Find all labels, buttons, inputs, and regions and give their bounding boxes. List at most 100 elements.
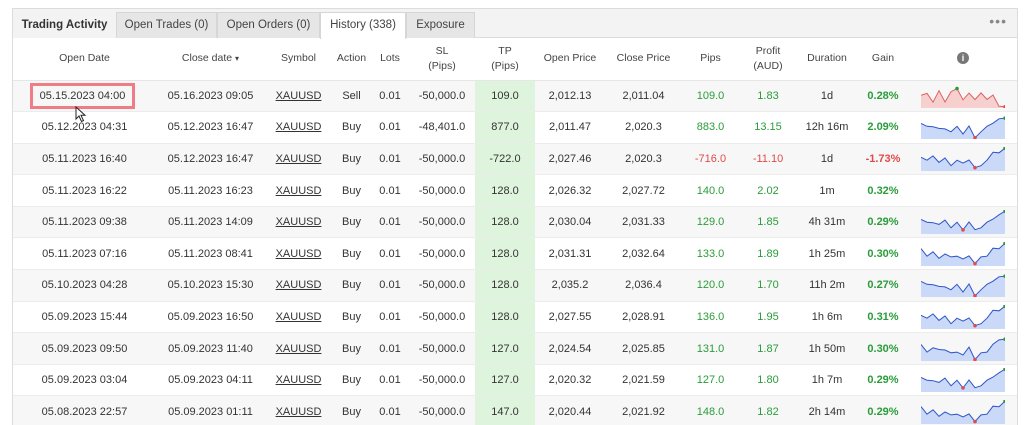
table-row[interactable]: 05.11.2023 16:40 05.12.2023 16:47 XAUUSD Bu… <box>13 143 1017 176</box>
cell-action: Buy <box>332 143 371 176</box>
table-row[interactable]: 05.12.2023 04:31 05.12.2023 16:47 XAUUSD Bu… <box>13 111 1017 144</box>
cell-sl: -50,000.0 <box>409 301 475 334</box>
cell-tp: -722.0 <box>475 143 535 176</box>
tab-history[interactable]: History (338) <box>320 12 406 39</box>
cell-sl: -50,000.0 <box>409 80 475 113</box>
symbol-link[interactable]: XAUUSD <box>276 374 322 386</box>
more-dots-icon[interactable]: ••• <box>989 14 1007 28</box>
symbol-link[interactable]: XAUUSD <box>276 121 322 133</box>
cell-pips: -716.0 <box>682 143 739 176</box>
col-pips[interactable]: Pips <box>682 38 739 81</box>
cell-open-price: 2,020.32 <box>535 364 605 397</box>
cell-open-date: 05.09.2023 15:44 <box>13 301 156 334</box>
cell-pips: 129.0 <box>682 206 739 239</box>
sparkline-area <box>921 118 1005 140</box>
table-row[interactable]: 05.11.2023 09:38 05.11.2023 14:09 XAUUSD Bu… <box>13 206 1017 239</box>
col-close-date[interactable]: Close date ▾ <box>156 38 265 81</box>
cell-lots: 0.01 <box>371 111 409 144</box>
sparkline-area <box>921 242 1005 266</box>
sparkline-low-marker <box>961 386 965 390</box>
cell-open-date: 05.11.2023 09:38 <box>13 206 156 239</box>
cell-open-date: 05.11.2023 07:16 <box>13 237 156 271</box>
col-duration[interactable]: Duration <box>797 38 857 81</box>
tab-bar: Trading Activity Open Trades (0) Open Or… <box>13 9 1017 39</box>
tab-trading-activity[interactable]: Trading Activity <box>13 12 116 38</box>
table-row[interactable]: 05.09.2023 09:50 05.09.2023 11:40 XAUUSD Bu… <box>13 332 1017 365</box>
sparkline-high-marker <box>955 86 959 91</box>
col-gain[interactable]: Gain <box>857 38 909 81</box>
cell-open-date: 05.08.2023 22:57 <box>13 395 156 425</box>
cell-symbol[interactable]: XAUUSD <box>265 395 332 425</box>
cell-sparkline <box>909 332 1017 365</box>
table-row[interactable]: 05.15.2023 04:00 05.16.2023 09:05 XAUUSD Se… <box>13 80 1017 113</box>
sparkline-chart <box>921 304 1005 329</box>
col-symbol[interactable]: Symbol <box>265 38 332 81</box>
col-sl[interactable]: SL (Pips) <box>409 38 475 81</box>
col-profit[interactable]: Profit (AUD) <box>739 38 797 81</box>
sparkline-chart <box>921 368 1005 393</box>
cell-symbol[interactable]: XAUUSD <box>265 143 332 176</box>
sparkline-chart <box>921 336 1005 361</box>
table-row[interactable]: 05.09.2023 03:04 05.09.2023 04:11 XAUUSD Bu… <box>13 364 1017 397</box>
col-tp[interactable]: TP (Pips) <box>475 38 535 81</box>
col-open-price[interactable]: Open Price <box>535 38 605 81</box>
table-row[interactable]: 05.09.2023 15:44 05.09.2023 16:50 XAUUSD Bu… <box>13 301 1017 334</box>
cell-symbol[interactable]: XAUUSD <box>265 332 332 365</box>
cell-close-price: 2,031.33 <box>605 206 682 239</box>
info-icon[interactable]: i <box>957 52 969 65</box>
symbol-link[interactable]: XAUUSD <box>276 248 322 260</box>
symbol-link[interactable]: XAUUSD <box>276 279 322 291</box>
cell-close-date: 05.09.2023 16:50 <box>156 301 265 334</box>
col-action[interactable]: Action <box>332 38 371 81</box>
symbol-link[interactable]: XAUUSD <box>276 90 322 102</box>
table-row[interactable]: 05.11.2023 07:16 05.11.2023 08:41 XAUUSD Bu… <box>13 237 1017 271</box>
cell-sl: -50,000.0 <box>409 364 475 397</box>
col-close-price[interactable]: Close Price <box>605 38 682 81</box>
cell-symbol[interactable]: XAUUSD <box>265 269 332 302</box>
symbol-link[interactable]: XAUUSD <box>276 406 322 418</box>
cell-action: Buy <box>332 332 371 365</box>
cell-sl: -50,000.0 <box>409 143 475 176</box>
cell-gain: 0.31% <box>857 301 909 334</box>
table-row[interactable]: 05.10.2023 04:28 05.10.2023 15:30 XAUUSD Bu… <box>13 269 1017 302</box>
cell-close-date: 05.11.2023 16:23 <box>156 174 265 207</box>
cell-close-price: 2,020.3 <box>605 111 682 144</box>
table-row[interactable]: 05.11.2023 16:22 05.11.2023 16:23 XAUUSD Bu… <box>13 174 1017 207</box>
col-open-date[interactable]: Open Date <box>13 38 156 81</box>
cell-symbol[interactable]: XAUUSD <box>265 364 332 397</box>
symbol-link[interactable]: XAUUSD <box>276 153 322 165</box>
symbol-link[interactable]: XAUUSD <box>276 216 322 228</box>
cell-tp: 128.0 <box>475 206 535 239</box>
cell-open-price: 2,030.04 <box>535 206 605 239</box>
col-lots[interactable]: Lots <box>371 38 409 81</box>
cell-symbol[interactable]: XAUUSD <box>265 301 332 334</box>
cell-symbol[interactable]: XAUUSD <box>265 111 332 144</box>
cell-close-date: 05.09.2023 11:40 <box>156 332 265 365</box>
cell-symbol[interactable]: XAUUSD <box>265 237 332 271</box>
cell-close-price: 2,028.91 <box>605 301 682 334</box>
col-info[interactable]: i <box>909 38 1017 81</box>
open-date-highlight-box: 05.15.2023 04:00 <box>29 82 136 109</box>
tab-open-orders[interactable]: Open Orders (0) <box>217 12 320 38</box>
cell-tp: 128.0 <box>475 269 535 302</box>
symbol-link[interactable]: XAUUSD <box>276 343 322 355</box>
cell-symbol[interactable]: XAUUSD <box>265 174 332 207</box>
cell-gain: 0.27% <box>857 269 909 302</box>
cell-action: Buy <box>332 395 371 425</box>
cell-action: Buy <box>332 237 371 271</box>
cell-duration: 11h 2m <box>797 269 857 302</box>
tab-open-trades[interactable]: Open Trades (0) <box>116 12 217 38</box>
tab-exposure[interactable]: Exposure <box>406 12 475 38</box>
symbol-link[interactable]: XAUUSD <box>276 311 322 323</box>
cell-close-date: 05.16.2023 09:05 <box>156 80 265 113</box>
cell-sparkline <box>909 174 1017 207</box>
cell-symbol[interactable]: XAUUSD <box>265 80 332 113</box>
cell-symbol[interactable]: XAUUSD <box>265 206 332 239</box>
cell-open-price: 2,027.55 <box>535 301 605 334</box>
table-row[interactable]: 05.08.2023 22:57 05.09.2023 01:11 XAUUSD Bu… <box>13 395 1017 425</box>
symbol-link[interactable]: XAUUSD <box>276 185 322 197</box>
cell-action: Buy <box>332 206 371 239</box>
cell-lots: 0.01 <box>371 269 409 302</box>
cell-open-date: 05.11.2023 16:40 <box>13 143 156 176</box>
cell-action: Buy <box>332 174 371 207</box>
